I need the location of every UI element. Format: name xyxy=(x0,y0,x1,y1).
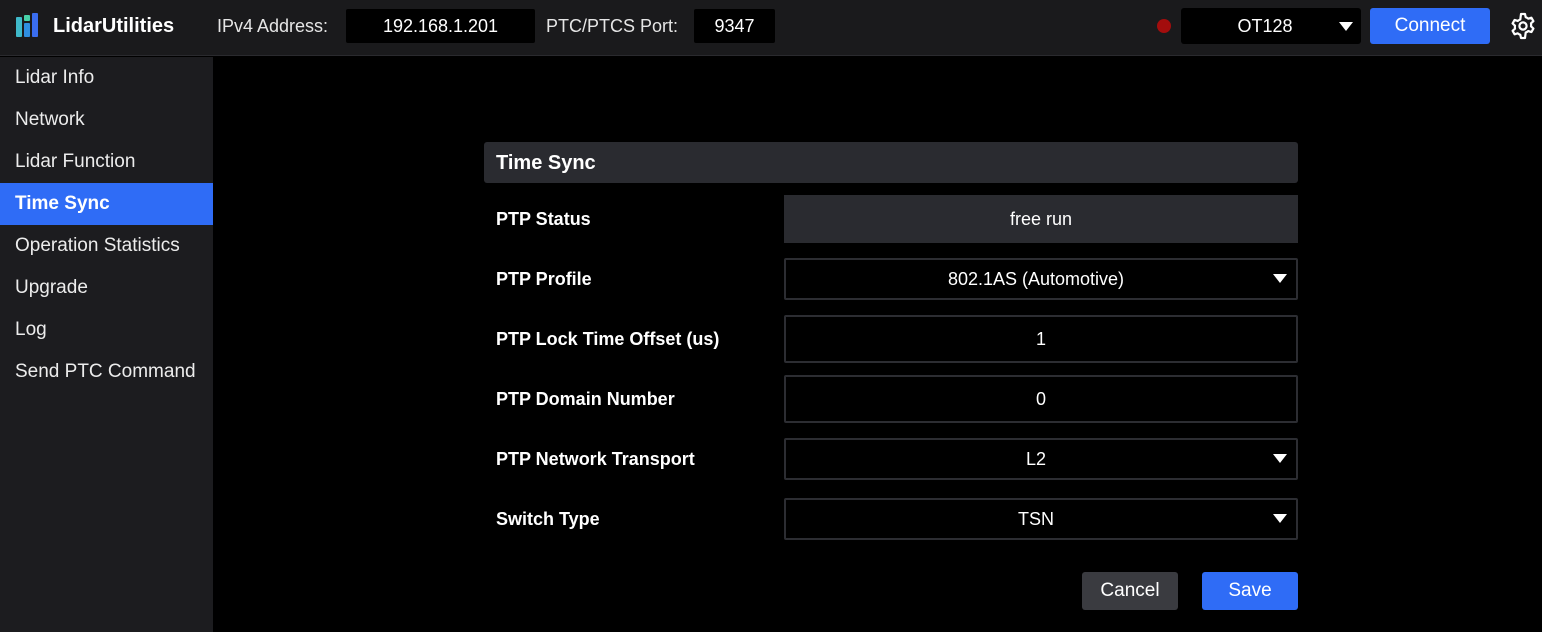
time-sync-panel-header: Time Sync xyxy=(484,142,1298,183)
ptp-lock-offset-input[interactable] xyxy=(786,317,1296,361)
ipv4-address-input[interactable] xyxy=(346,9,535,43)
ptc-port-label: PTC/PTCS Port: xyxy=(546,16,679,36)
ptp-transport-select[interactable]: L2 xyxy=(784,438,1298,480)
ptp-profile-select[interactable]: 802.1AS (Automotive) xyxy=(784,258,1298,300)
chevron-down-icon xyxy=(1273,454,1287,463)
ptp-status-value: free run xyxy=(784,195,1298,243)
chevron-down-icon xyxy=(1273,514,1287,523)
ptp-domain-label: PTP Domain Number xyxy=(496,389,675,409)
app-title: LidarUtilities xyxy=(53,15,175,37)
sidebar-item-send-ptc-command[interactable]: Send PTC Command xyxy=(0,351,213,393)
ptp-status-label: PTP Status xyxy=(496,209,591,229)
top-bar: LidarUtilities IPv4 Address: PTC/PTCS Po… xyxy=(0,0,1542,56)
ptp-profile-label: PTP Profile xyxy=(496,269,592,289)
ipv4-address-label: IPv4 Address: xyxy=(217,16,329,36)
switch-type-label: Switch Type xyxy=(496,509,600,529)
cancel-button[interactable]: Cancel xyxy=(1082,572,1178,610)
chevron-down-icon xyxy=(1273,274,1287,283)
sidebar: Lidar Info Network Lidar Function Time S… xyxy=(0,57,213,632)
sidebar-item-upgrade[interactable]: Upgrade xyxy=(0,267,213,309)
ptp-transport-label: PTP Network Transport xyxy=(496,449,695,469)
ptp-domain-field[interactable] xyxy=(784,375,1298,423)
sidebar-item-time-sync[interactable]: Time Sync xyxy=(0,183,213,225)
save-button[interactable]: Save xyxy=(1202,572,1298,610)
lidar-model-select[interactable]: OT128 xyxy=(1181,8,1361,44)
sidebar-item-network[interactable]: Network xyxy=(0,99,213,141)
switch-type-select[interactable]: TSN xyxy=(784,498,1298,540)
ptp-profile-value: 802.1AS (Automotive) xyxy=(947,269,1125,289)
sidebar-item-log[interactable]: Log xyxy=(0,309,213,351)
ptp-transport-value: L2 xyxy=(1025,449,1047,469)
sidebar-item-operation-statistics[interactable]: Operation Statistics xyxy=(0,225,213,267)
chevron-down-icon xyxy=(1339,22,1353,31)
gear-icon[interactable] xyxy=(1509,12,1537,40)
connect-button[interactable]: Connect xyxy=(1370,8,1490,44)
panel-title: Time Sync xyxy=(496,152,596,174)
ptp-domain-input[interactable] xyxy=(786,377,1296,421)
lidar-utilities-logo-icon xyxy=(16,13,38,37)
sidebar-item-lidar-function[interactable]: Lidar Function xyxy=(0,141,213,183)
ptp-lock-offset-label: PTP Lock Time Offset (us) xyxy=(496,329,720,349)
switch-type-value: TSN xyxy=(1018,509,1054,529)
ptc-port-input[interactable] xyxy=(694,9,775,43)
sidebar-item-lidar-info[interactable]: Lidar Info xyxy=(0,57,213,99)
lidar-model-value: OT128 xyxy=(1237,16,1293,36)
ptp-lock-offset-field[interactable] xyxy=(784,315,1298,363)
connection-status-indicator xyxy=(1157,19,1171,33)
